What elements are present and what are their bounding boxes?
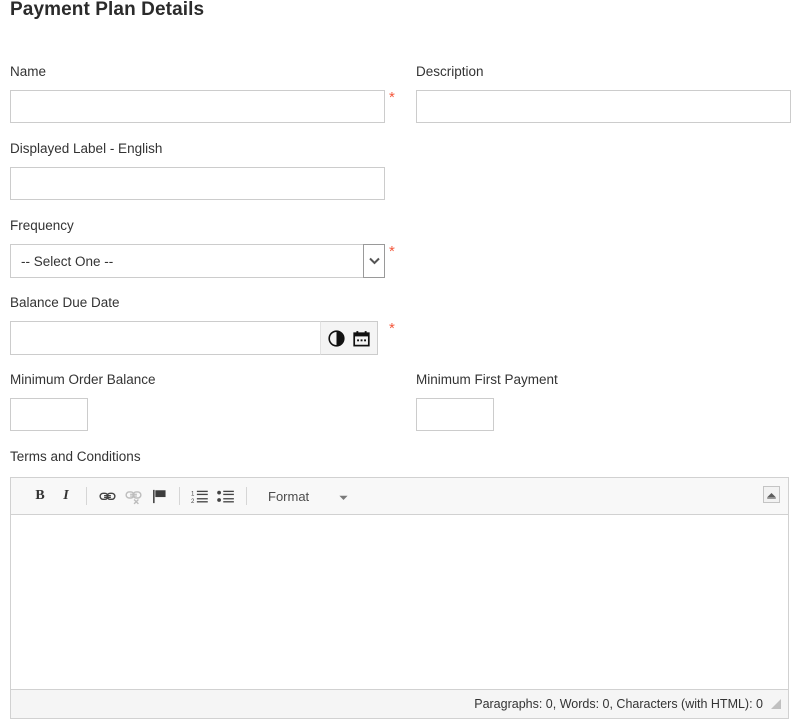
- toolbar-separator: [246, 487, 247, 505]
- displayed-label-english-label: Displayed Label - English: [10, 141, 163, 156]
- minimum-first-payment-input[interactable]: [416, 398, 494, 431]
- format-dropdown[interactable]: Format: [258, 484, 352, 508]
- name-input[interactable]: [10, 90, 385, 123]
- resize-grip-icon[interactable]: [770, 698, 782, 710]
- frequency-required-asterisk: *: [389, 243, 395, 260]
- flag-anchor-icon[interactable]: [146, 484, 172, 508]
- minimum-first-payment-label: Minimum First Payment: [416, 372, 558, 387]
- editor-word-count: Paragraphs: 0, Words: 0, Characters (wit…: [474, 697, 763, 711]
- editor-toolbar: B I 1 2 Format: [11, 478, 788, 515]
- calendar-icon[interactable]: [353, 330, 370, 347]
- link-icon[interactable]: [94, 484, 120, 508]
- bulleted-list-icon[interactable]: [213, 484, 239, 508]
- editor-status-bar: Paragraphs: 0, Words: 0, Characters (wit…: [11, 690, 788, 718]
- description-label: Description: [416, 64, 484, 79]
- balance-due-date-label: Balance Due Date: [10, 295, 120, 310]
- svg-text:2: 2: [191, 499, 195, 505]
- terms-and-conditions-editor: B I 1 2 Format Paragraphs: 0, Words: 0, …: [10, 477, 789, 719]
- balance-due-date-buttons: [320, 321, 378, 355]
- name-label: Name: [10, 64, 47, 79]
- payment-plan-details-page: Payment Plan Details Name * Description …: [0, 0, 799, 728]
- page-title: Payment Plan Details: [10, 0, 205, 20]
- minimum-order-balance-input[interactable]: [10, 398, 88, 431]
- bold-button[interactable]: B: [27, 484, 53, 508]
- terms-and-conditions-label: Terms and Conditions: [10, 449, 141, 464]
- balance-due-date-group: [10, 321, 378, 355]
- collapse-toolbar-button[interactable]: [763, 486, 780, 503]
- svg-text:1: 1: [191, 491, 195, 497]
- format-dropdown-label: Format: [268, 488, 310, 504]
- name-required-asterisk: *: [389, 89, 395, 106]
- italic-button[interactable]: I: [53, 484, 79, 508]
- frequency-selected-value: -- Select One --: [21, 253, 114, 269]
- minimum-order-balance-label: Minimum Order Balance: [10, 372, 156, 387]
- toolbar-separator: [179, 487, 180, 505]
- description-input[interactable]: [416, 90, 791, 123]
- displayed-label-english-input[interactable]: [10, 167, 385, 200]
- unlink-icon[interactable]: [120, 484, 146, 508]
- toolbar-separator: [86, 487, 87, 505]
- balance-due-date-input[interactable]: [10, 321, 320, 355]
- clock-icon[interactable]: [328, 329, 345, 347]
- frequency-select[interactable]: -- Select One --: [10, 244, 385, 278]
- balance-due-date-required-asterisk: *: [389, 320, 395, 337]
- chevron-down-icon: [339, 489, 348, 504]
- frequency-label: Frequency: [10, 218, 74, 233]
- numbered-list-icon[interactable]: 1 2: [187, 484, 213, 508]
- chevron-down-icon[interactable]: [363, 244, 385, 278]
- editor-content-area[interactable]: [11, 515, 788, 690]
